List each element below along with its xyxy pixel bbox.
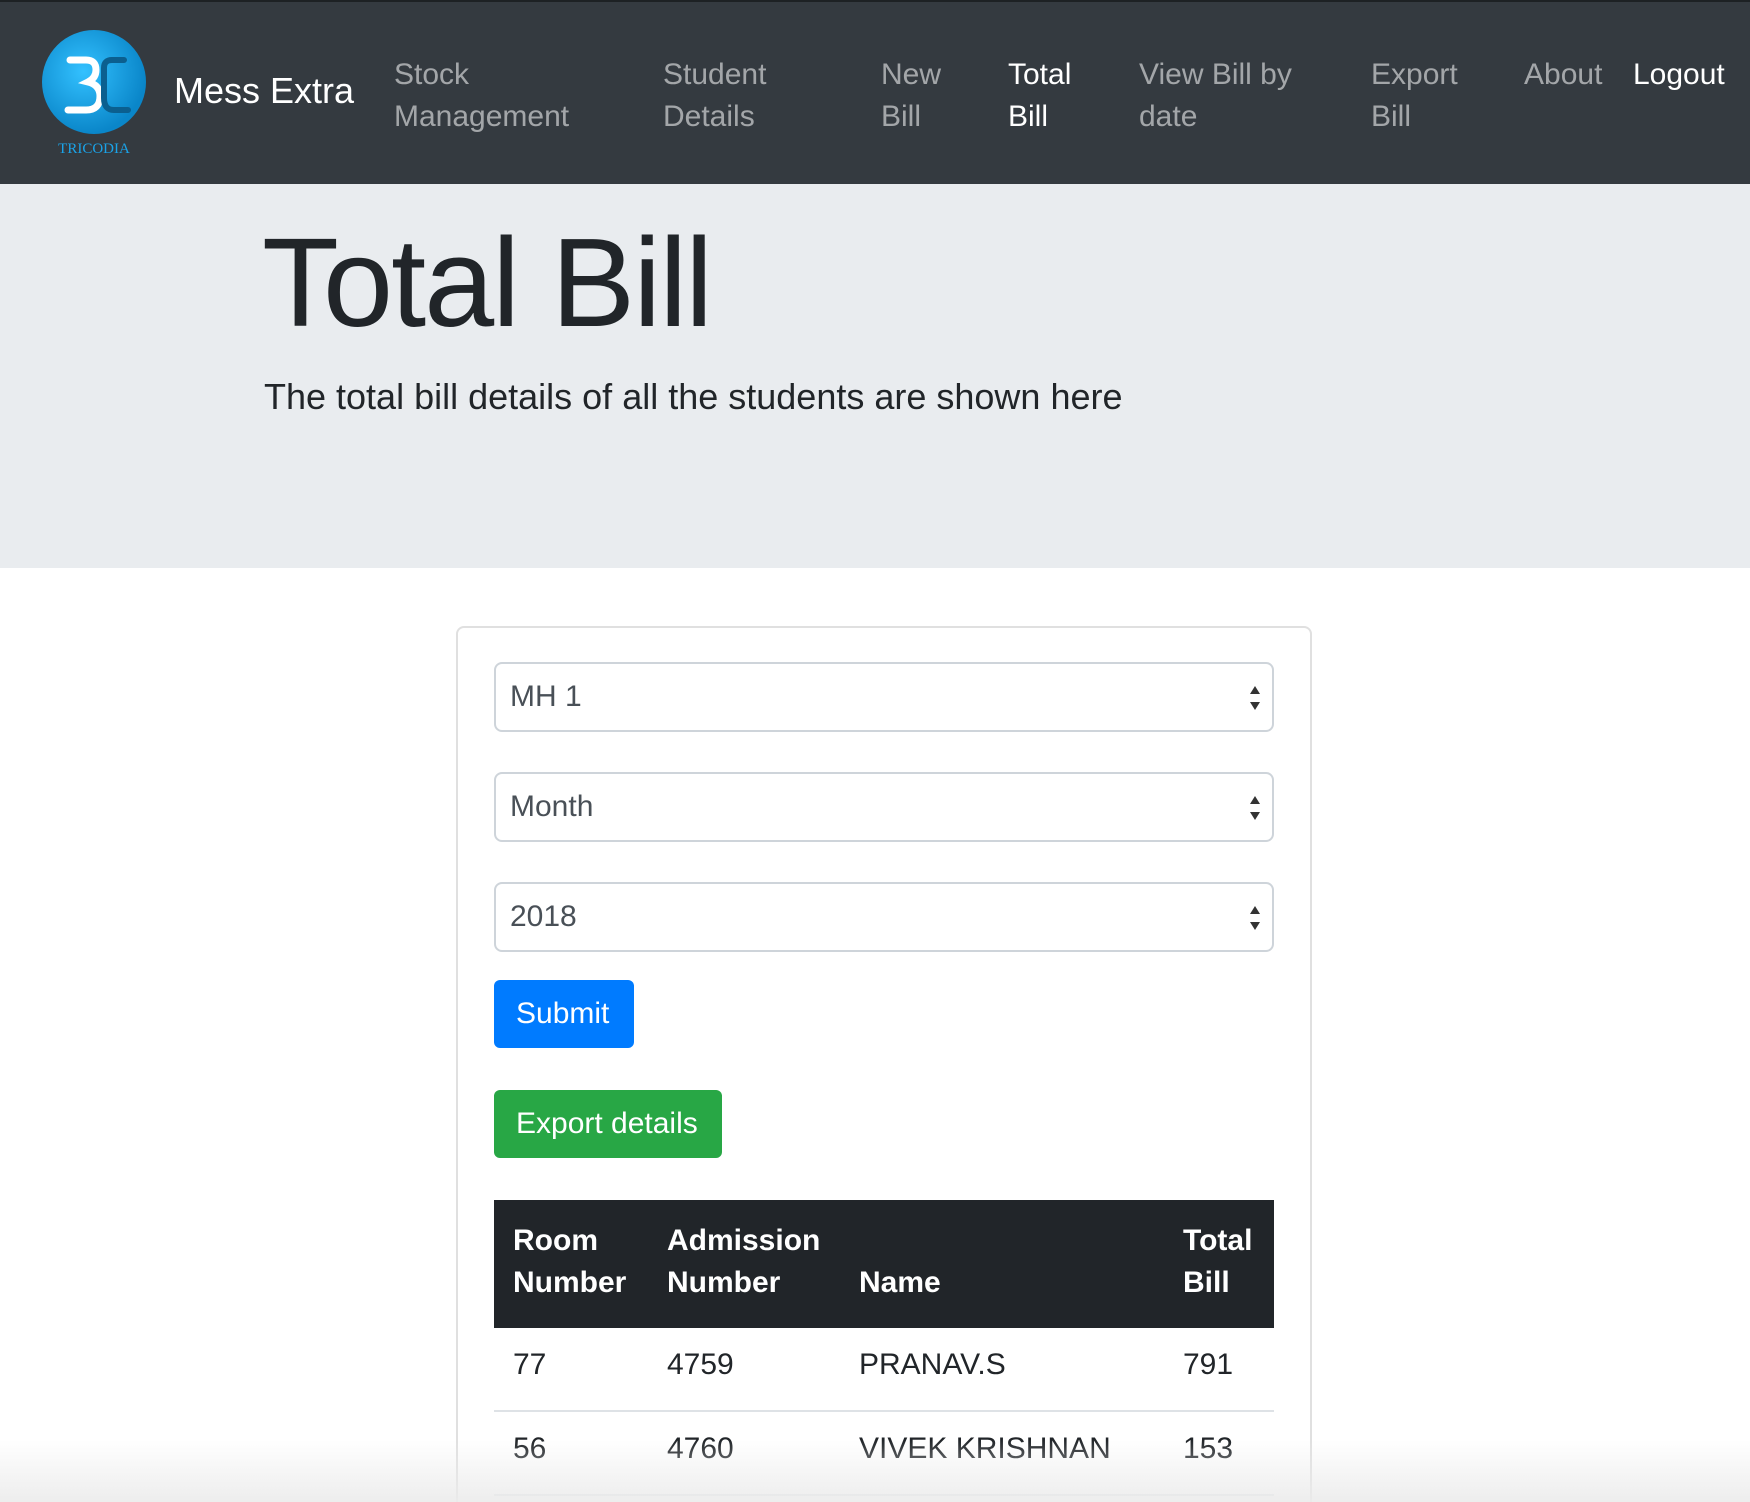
year-select[interactable]: 2018: [494, 882, 1274, 952]
page-lead: The total bill details of all the studen…: [264, 376, 1123, 417]
table-header: Room Number Admission Number Name Total …: [494, 1200, 1274, 1328]
navbar: TRICODIA Mess Extra Stock Management Stu…: [0, 0, 1750, 184]
cell-admission-number: 4759: [667, 1348, 734, 1381]
nav-new-bill[interactable]: New Bill: [881, 54, 951, 138]
tricodia-logo[interactable]: TRICODIA: [40, 30, 152, 158]
month-select-value: Month: [510, 790, 594, 823]
table-row: 56 4760 VIVEK KRISHNAN 153: [494, 1412, 1274, 1496]
column-header-name: Name: [859, 1266, 941, 1299]
export-details-button[interactable]: Export details: [494, 1090, 722, 1158]
column-header-admission-number: Admission Number: [667, 1224, 821, 1299]
brand-name[interactable]: Mess Extra: [174, 70, 354, 112]
cell-room-number: 56: [513, 1432, 547, 1465]
cell-total-bill: 791: [1183, 1348, 1234, 1381]
nav-total-bill[interactable]: Total Bill: [1008, 54, 1088, 138]
cell-admission-number: 4760: [667, 1432, 734, 1465]
nav-student-details[interactable]: Student Details: [663, 54, 803, 138]
logout-link[interactable]: Logout: [1633, 54, 1725, 96]
select-arrows-icon: [1250, 906, 1260, 930]
nav-stock-management[interactable]: Stock Management: [394, 54, 594, 138]
select-arrows-icon: [1250, 686, 1260, 710]
cell-name: VIVEK KRISHNAN: [859, 1432, 1111, 1465]
cell-room-number: 77: [513, 1348, 547, 1381]
nav-about[interactable]: About: [1524, 54, 1602, 96]
page-title: Total Bill: [262, 212, 713, 353]
column-header-total-bill: Total Bill: [1183, 1224, 1253, 1299]
hostel-select-value: MH 1: [510, 680, 582, 713]
logo-text: TRICODIA: [58, 141, 130, 157]
select-arrows-icon: [1250, 796, 1260, 820]
month-select[interactable]: Month: [494, 772, 1274, 842]
cell-name: PRANAV.S: [859, 1348, 1006, 1381]
nav-export-bill[interactable]: Export Bill: [1371, 54, 1471, 138]
cell-total-bill: 153: [1183, 1432, 1234, 1465]
hostel-select[interactable]: MH 1: [494, 662, 1274, 732]
submit-button[interactable]: Submit: [494, 980, 634, 1048]
nav-view-bill-by-date[interactable]: View Bill by date: [1139, 54, 1309, 138]
year-select-value: 2018: [510, 900, 577, 933]
column-header-room-number: Room Number: [513, 1224, 627, 1299]
table-row: 77 4759 PRANAV.S 791: [494, 1328, 1274, 1412]
